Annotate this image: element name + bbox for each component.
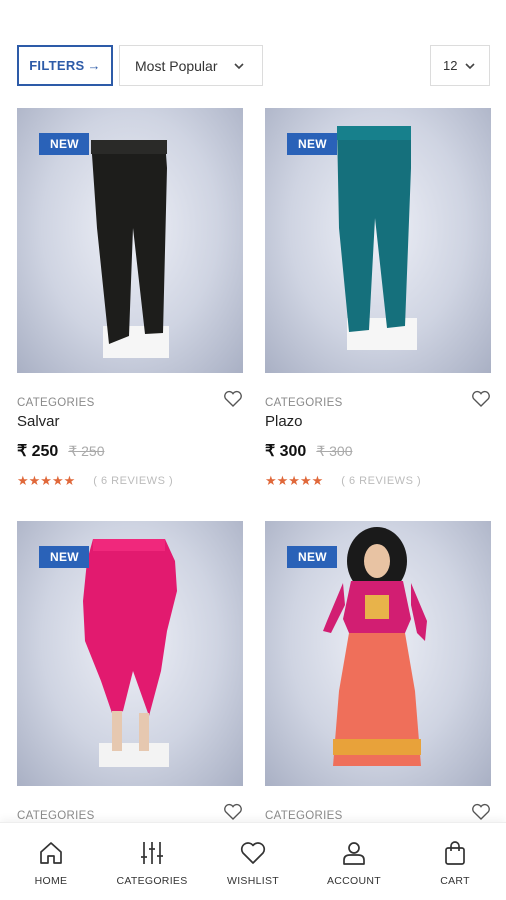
heart-icon[interactable]: [471, 390, 491, 408]
home-icon: [40, 842, 62, 864]
items-per-page-select[interactable]: 12: [430, 45, 490, 86]
sort-select[interactable]: Most Popular: [119, 45, 263, 86]
new-badge: NEW: [287, 133, 337, 155]
review-count[interactable]: ( 6 REVIEWS ): [93, 475, 173, 487]
product-category: CATEGORIES: [265, 810, 343, 822]
product-price: ₹ 250: [17, 443, 59, 460]
new-badge: NEW: [287, 546, 337, 568]
user-icon: [343, 842, 365, 865]
product-image[interactable]: NEW: [265, 521, 491, 786]
new-badge: NEW: [39, 133, 89, 155]
nav-categories[interactable]: CATEGORIES: [102, 823, 202, 900]
product-image[interactable]: NEW: [17, 108, 243, 373]
product-category: CATEGORIES: [265, 397, 343, 409]
product-name[interactable]: Plazo: [265, 413, 491, 430]
filter-toolbar: FILTERS → Most Popular 12: [17, 45, 490, 86]
review-count[interactable]: ( 6 REVIEWS ): [341, 475, 421, 487]
star-rating: ★★★★★: [265, 473, 324, 488]
product-old-price: ₹ 300: [316, 443, 353, 459]
filters-label: FILTERS: [29, 58, 85, 73]
heart-icon[interactable]: [223, 803, 243, 821]
product-name[interactable]: Salvar: [17, 413, 243, 430]
product-category: CATEGORIES: [17, 397, 95, 409]
arrow-right-icon: →: [87, 58, 101, 73]
nav-label: WISHLIST: [227, 875, 279, 887]
product-card[interactable]: NEW CATEGORIES Salvar ₹ 250 ₹ 250 ★★★★★ …: [17, 108, 243, 489]
nav-label: ACCOUNT: [326, 875, 381, 887]
nav-label: HOME: [34, 875, 68, 887]
product-card[interactable]: NEW CATEGORIES: [265, 521, 491, 822]
product-old-price: ₹ 250: [68, 443, 105, 459]
product-card[interactable]: NEW CATEGORIES: [17, 521, 243, 822]
product-card[interactable]: NEW CATEGORIES Plazo ₹ 300 ₹ 300 ★★★★★ (…: [265, 108, 491, 489]
nav-account[interactable]: ACCOUNT: [304, 823, 404, 900]
chevron-down-icon: [234, 63, 244, 70]
sort-value: Most Popular: [135, 57, 218, 74]
nav-home[interactable]: HOME: [1, 823, 101, 900]
heart-icon[interactable]: [223, 390, 243, 408]
bag-icon: [445, 841, 465, 865]
product-price: ₹ 300: [265, 443, 307, 460]
chevron-down-icon: [465, 63, 475, 70]
nav-cart[interactable]: CART: [405, 823, 505, 900]
items-per-page-value: 12: [443, 58, 458, 73]
star-rating: ★★★★★: [17, 473, 76, 488]
product-image[interactable]: NEW: [17, 521, 243, 786]
filters-button[interactable]: FILTERS →: [17, 45, 113, 86]
heart-icon[interactable]: [471, 803, 491, 821]
product-category: CATEGORIES: [17, 810, 95, 822]
nav-label: CATEGORIES: [116, 875, 188, 887]
product-image[interactable]: NEW: [265, 108, 491, 373]
nav-wishlist[interactable]: WISHLIST: [203, 823, 303, 900]
sliders-icon: [141, 842, 163, 864]
heart-icon: [240, 842, 266, 864]
bottom-navigation: HOME CATEGORIES WISHLIST ACCOUNT CART: [0, 822, 506, 900]
new-badge: NEW: [39, 546, 89, 568]
nav-label: CART: [440, 875, 470, 887]
